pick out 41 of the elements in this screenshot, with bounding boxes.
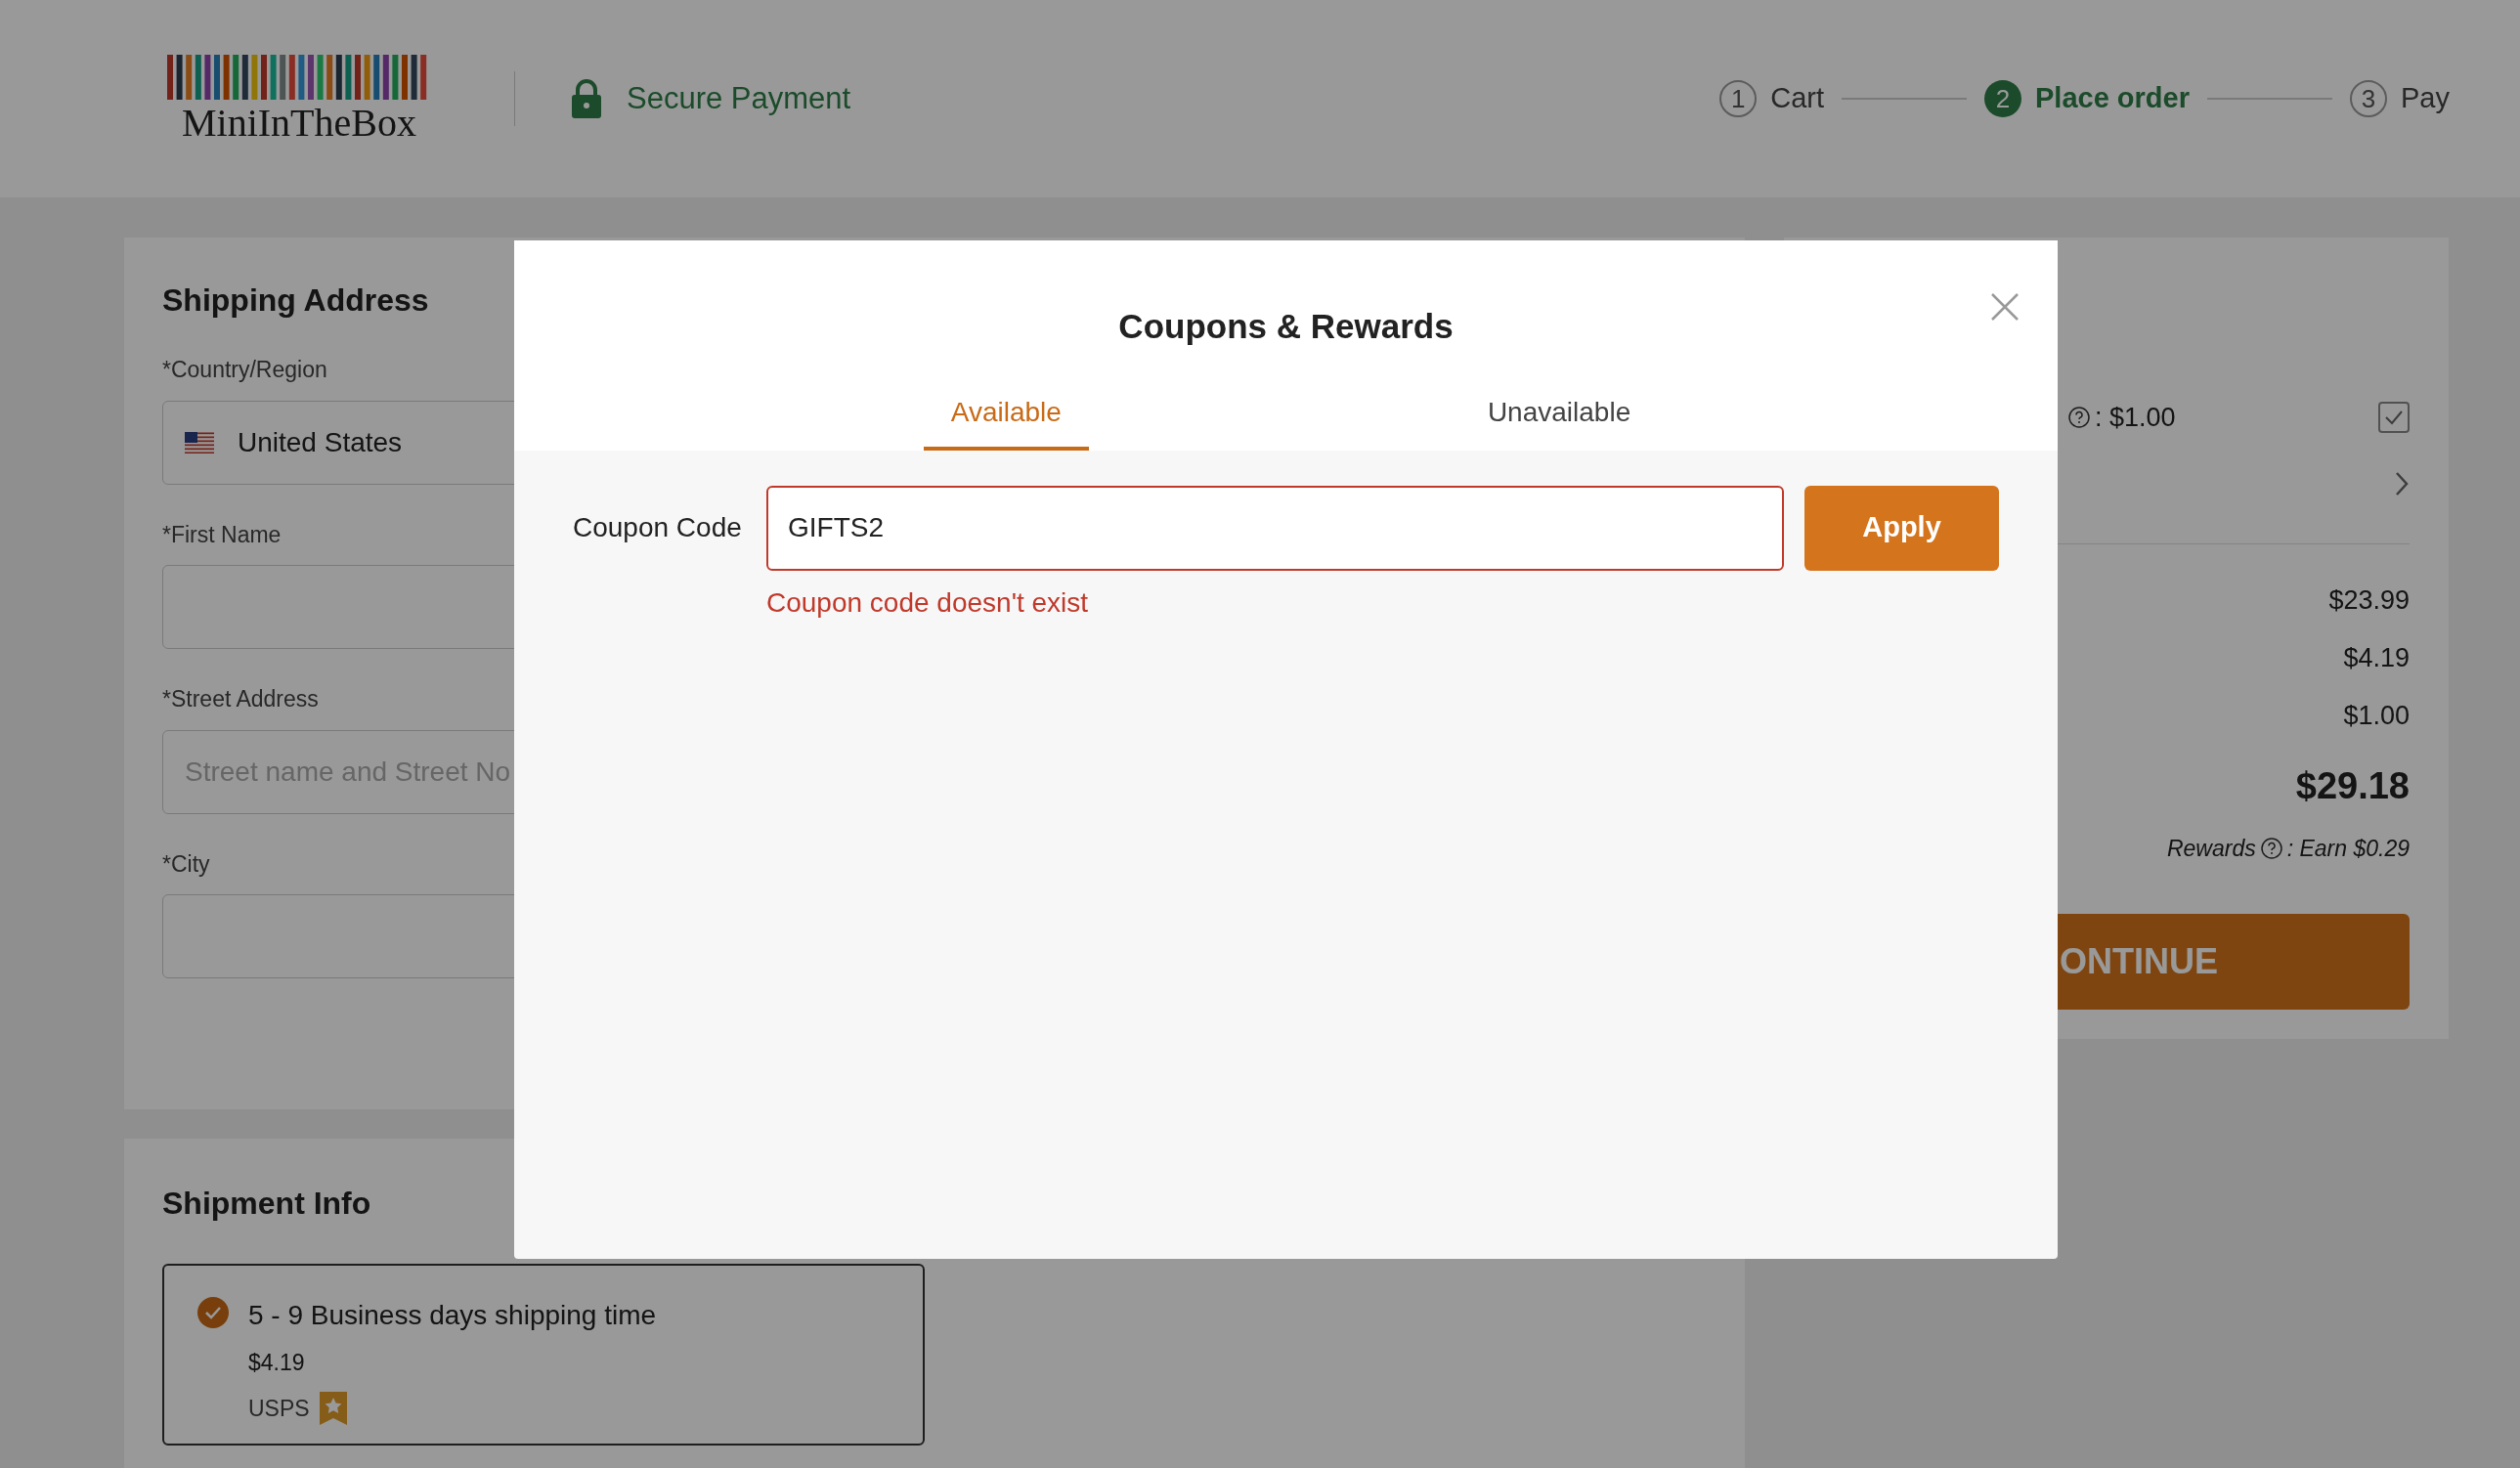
- help-icon[interactable]: [2259, 836, 2283, 860]
- step-label: Cart: [1770, 81, 1825, 116]
- rewards-label: Rewards: [2166, 834, 2256, 863]
- rewards-value: : Earn $0.29: [2286, 834, 2410, 863]
- lock-icon: [570, 79, 603, 118]
- section-title: Shipping Address: [162, 281, 430, 320]
- step-label: Place order: [2035, 81, 2190, 116]
- step-number: 1: [1719, 80, 1758, 117]
- chevron-right-icon[interactable]: [2394, 470, 2410, 497]
- star-badge-icon: [319, 1391, 347, 1425]
- shipping-time: 5 - 9 Business days shipping time: [248, 1299, 657, 1332]
- dialog-title: Coupons & Rewards: [1118, 306, 1454, 347]
- amount-value: $4.19: [2343, 644, 2410, 671]
- field-label: *City: [162, 849, 210, 879]
- logo[interactable]: MiniInTheBox: [166, 55, 432, 143]
- section-title: Shipment Info: [162, 1185, 372, 1223]
- carrier-name: USPS: [248, 1394, 310, 1423]
- help-icon[interactable]: [2067, 406, 2091, 430]
- field-label: *Street Address: [162, 685, 319, 713]
- step-number: 3: [2350, 80, 2387, 117]
- step-label: Pay: [2401, 81, 2450, 116]
- amount-value: $1.00: [2343, 702, 2410, 729]
- apply-button[interactable]: Apply: [1804, 485, 1999, 571]
- close-icon[interactable]: [1989, 291, 2020, 323]
- field-label: *First Name: [162, 520, 282, 549]
- amount-value: $23.99: [2328, 586, 2410, 614]
- checkbox[interactable]: [2378, 402, 2410, 434]
- coupon-code-label: Coupon Code: [573, 511, 743, 544]
- field-label: *Country/Region: [162, 356, 327, 384]
- flag-icon: [185, 431, 214, 453]
- secure-payment-label: Secure Payment: [627, 79, 851, 117]
- shipping-option[interactable]: 5 - 9 Business days shipping time $4.19 USPS: [162, 1264, 925, 1446]
- total-value: $29.18: [2295, 763, 2410, 808]
- error-message: Coupon code doesn't exist: [766, 585, 1090, 620]
- points-value: : $1.00: [2095, 402, 2176, 434]
- tab[interactable]: Available: [923, 391, 1089, 451]
- check-circle-icon: [197, 1297, 229, 1328]
- shipping-price: $4.19: [248, 1349, 306, 1377]
- step-number: 2: [1984, 80, 2022, 117]
- coupon-code-field[interactable]: GIFTS2: [766, 485, 1784, 571]
- tab[interactable]: Unavailable: [1459, 391, 1659, 451]
